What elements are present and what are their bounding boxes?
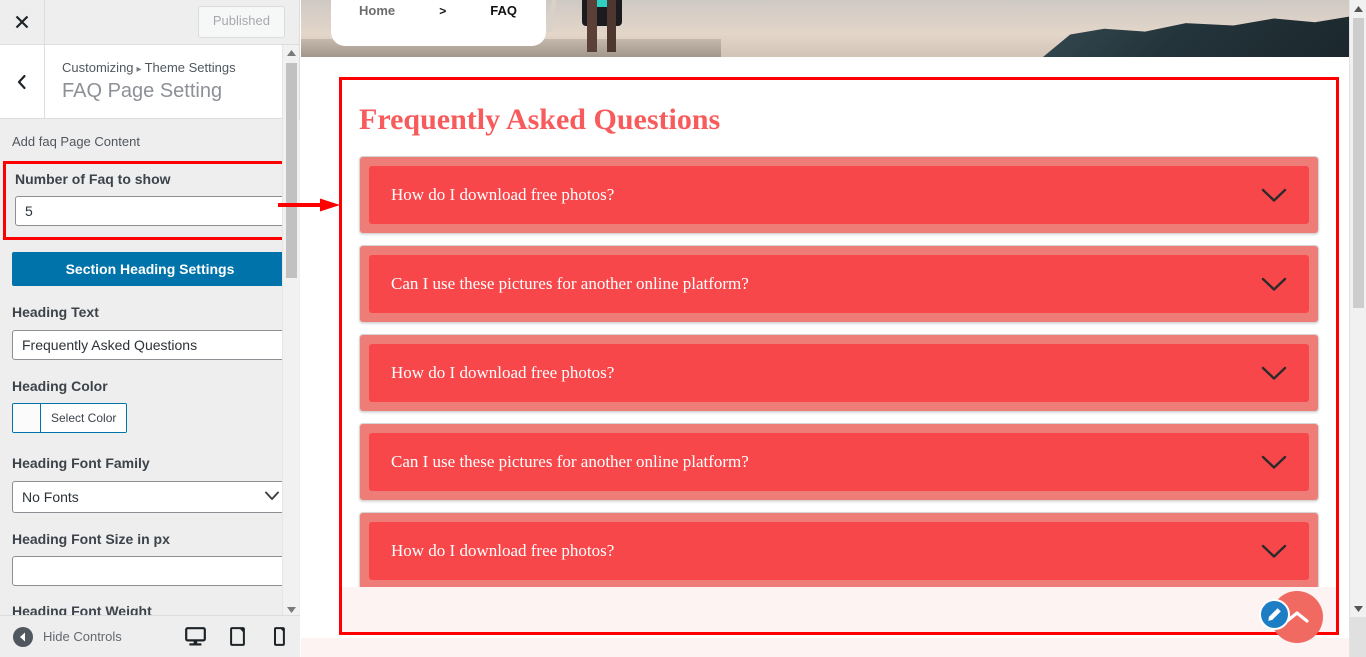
faq-question: How do I download free photos? — [391, 540, 615, 560]
chevron-down-icon[interactable] — [1261, 277, 1287, 292]
device-desktop-button[interactable] — [174, 616, 216, 657]
scroll-up-button[interactable] — [283, 45, 299, 60]
faq-item-header[interactable]: How do I download free photos? — [369, 166, 1309, 224]
breadcrumb-parent[interactable]: Theme Settings — [145, 60, 236, 75]
heading-color-label: Heading Color — [12, 377, 108, 394]
site-preview: Home > FAQ Frequently Asked Questions Ho… — [301, 0, 1349, 657]
customizer-controls: Add faq Page Content Number of Faq to sh… — [0, 120, 300, 615]
breadcrumb-root[interactable]: Customizing — [62, 60, 134, 75]
chevron-down-icon[interactable] — [1261, 188, 1287, 203]
faq-question: Can I use these pictures for another onl… — [391, 451, 749, 471]
faq-item[interactable]: Can I use these pictures for another onl… — [359, 245, 1319, 323]
publish-button[interactable]: Published — [197, 6, 285, 38]
section-heading-settings-button[interactable]: Section Heading Settings — [12, 252, 288, 287]
heading-text-field: Heading Text — [12, 303, 288, 360]
select-color-button[interactable]: Select Color — [41, 404, 127, 433]
breadcrumb-chevron-icon: > — [439, 3, 447, 18]
customizer-scrollbar[interactable] — [282, 45, 299, 617]
caret-left-icon — [20, 632, 25, 641]
chevron-down-icon[interactable] — [1261, 366, 1287, 381]
faq-accordion-list: How do I download free photos? Can I use… — [342, 139, 1336, 590]
faq-count-input[interactable] — [15, 196, 285, 227]
tablet-icon — [229, 627, 245, 646]
caret-up-icon — [1353, 5, 1363, 12]
edit-page-button[interactable] — [1259, 599, 1290, 630]
heading-font-family-select[interactable]: No Fonts — [12, 480, 288, 513]
faq-item[interactable]: How do I download free photos? — [359, 512, 1319, 590]
heading-font-family-label: Heading Font Family — [12, 455, 150, 472]
hero-surfer-leg-right — [607, 0, 616, 52]
hide-controls-label: Hide Controls — [43, 629, 122, 644]
faq-question: How do I download free photos? — [391, 362, 615, 382]
device-tablet-button[interactable] — [216, 616, 258, 657]
caret-down-icon — [286, 606, 296, 613]
color-swatch[interactable] — [13, 404, 41, 433]
page-title: FAQ Page Setting — [62, 80, 223, 103]
breadcrumb: Customizing ▸ Theme Settings — [62, 59, 236, 77]
customizer-panel: Published Customizing ▸ Theme Settings FAQ… — [0, 0, 300, 657]
scrollbar-track-bottom[interactable] — [1350, 617, 1366, 657]
customizer-footer: Hide Controls — [0, 615, 300, 657]
collapse-icon — [13, 626, 33, 647]
chevron-down-icon[interactable] — [1261, 455, 1287, 470]
screen: Published Customizing ▸ Theme Settings FAQ… — [0, 0, 1366, 657]
faq-item-header[interactable]: How do I download free photos? — [369, 522, 1309, 580]
heading-text-label: Heading Text — [12, 304, 99, 321]
heading-color-picker[interactable]: Select Color — [12, 403, 128, 434]
close-customizer-button[interactable] — [0, 0, 45, 44]
back-button[interactable] — [0, 45, 45, 118]
hero-surfer-leg-left — [587, 0, 597, 52]
faq-question: How do I download free photos? — [391, 184, 615, 204]
faq-question: Can I use these pictures for another onl… — [391, 273, 749, 293]
heading-font-family-field: Heading Font Family No Fonts — [12, 454, 288, 513]
caret-down-icon — [1353, 605, 1363, 612]
faq-item[interactable]: How do I download free photos? — [359, 334, 1319, 412]
caret-up-icon — [286, 49, 296, 56]
annotation-arrow — [278, 198, 340, 212]
breadcrumb-current-page: FAQ — [490, 3, 517, 18]
panel-description: Add faq Page Content — [12, 134, 140, 149]
scroll-down-button[interactable] — [1350, 600, 1366, 617]
mobile-icon — [273, 627, 285, 646]
customizer-header: Published — [0, 0, 299, 45]
heading-font-weight-label: Heading Font Weight — [12, 603, 152, 615]
site-breadcrumb: Home > FAQ — [359, 3, 517, 18]
breadcrumb-separator-icon: ▸ — [136, 64, 142, 75]
device-mobile-button[interactable] — [258, 616, 300, 657]
faq-item-header[interactable]: Can I use these pictures for another onl… — [369, 433, 1309, 491]
pencil-icon — [1268, 608, 1281, 621]
faq-item-header[interactable]: How do I download free photos? — [369, 344, 1309, 402]
section-title-bar: Customizing ▸ Theme Settings FAQ Page Sett… — [0, 45, 299, 119]
scrollbar-thumb[interactable] — [1353, 18, 1364, 308]
faq-item[interactable]: Can I use these pictures for another onl… — [359, 423, 1319, 501]
heading-color-field: Heading Color Select Color — [12, 377, 288, 438]
breadcrumb-card: Home > FAQ — [331, 0, 546, 46]
heading-font-size-label: Heading Font Size in px — [12, 530, 170, 547]
faq-heading: Frequently Asked Questions — [359, 103, 721, 136]
faq-item[interactable]: How do I download free photos? — [359, 156, 1319, 234]
faq-section-highlight: Frequently Asked Questions How do I down… — [339, 77, 1339, 635]
heading-font-size-field: Heading Font Size in px — [12, 530, 288, 587]
close-icon — [15, 15, 29, 29]
device-preview-switcher — [174, 616, 300, 657]
faq-count-highlight-group: Number of Faq to show — [3, 160, 297, 241]
browser-scrollbar[interactable] — [1349, 0, 1366, 657]
faq-footer-strip — [342, 587, 1336, 632]
desktop-icon — [184, 627, 206, 646]
faq-count-label: Number of Faq to show — [15, 170, 171, 187]
heading-text-input[interactable] — [12, 329, 288, 360]
chevron-left-icon — [17, 74, 26, 89]
chevron-down-icon[interactable] — [1261, 544, 1287, 559]
heading-font-size-input[interactable] — [12, 556, 288, 587]
hide-controls-button[interactable]: Hide Controls — [0, 626, 122, 647]
scrollbar-thumb[interactable] — [286, 63, 297, 278]
scroll-up-button[interactable] — [1350, 0, 1366, 17]
breadcrumb-home-link[interactable]: Home — [359, 3, 395, 18]
page-footer — [301, 638, 1349, 657]
faq-section: Frequently Asked Questions How do I down… — [342, 80, 1336, 632]
faq-item-header[interactable]: Can I use these pictures for another onl… — [369, 255, 1309, 313]
section-titles: Customizing ▸ Theme Settings FAQ Page Sett… — [45, 45, 236, 118]
